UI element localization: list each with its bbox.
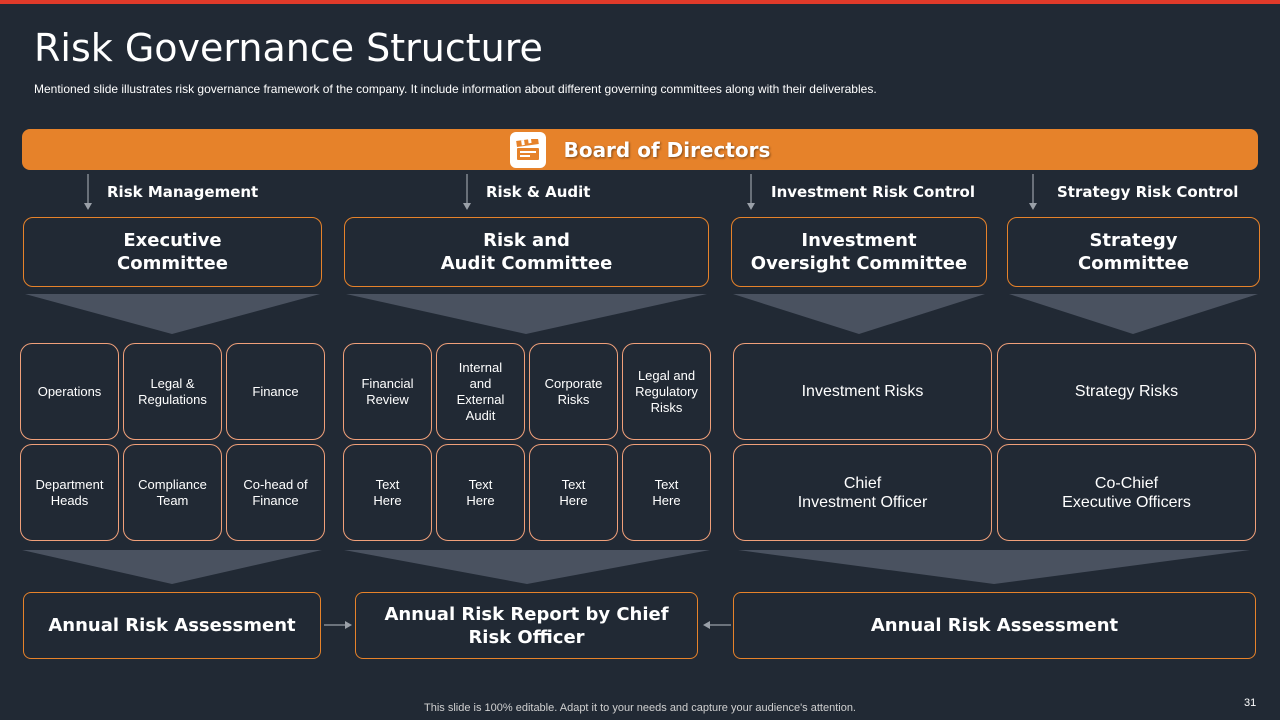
down-arrow-icon [1029, 174, 1037, 210]
chevron-down-shape [1009, 294, 1258, 334]
item-text-placeholder: Text Here [436, 444, 525, 541]
chevron-down-shape [344, 550, 710, 584]
chevron-down-shape [738, 550, 1250, 584]
chevron-down-shape [25, 294, 320, 334]
item-compliance-team: Compliance Team [123, 444, 222, 541]
down-arrow-icon [84, 174, 92, 210]
top-accent-bar [0, 0, 1280, 4]
left-arrow-icon [703, 621, 731, 629]
outcome-annual-risk-assessment-right: Annual Risk Assessment [733, 592, 1256, 659]
chevron-down-shape [22, 550, 322, 584]
item-text-placeholder: Text Here [343, 444, 432, 541]
investment-oversight-committee-box: Investment Oversight Committee [731, 217, 987, 287]
item-investment-risks: Investment Risks [733, 343, 992, 440]
item-finance: Finance [226, 343, 325, 440]
clapperboard-icon [509, 131, 546, 168]
item-co-chief-executive-officers: Co-Chief Executive Officers [997, 444, 1256, 541]
down-arrow-icon [463, 174, 471, 210]
page-number: 31 [1244, 697, 1257, 709]
item-operations: Operations [20, 343, 119, 440]
board-of-directors-banner: Board of Directors [22, 129, 1258, 170]
strategy-committee-box: Strategy Committee [1007, 217, 1260, 287]
category-label-risk-audit: Risk & Audit [486, 183, 591, 201]
category-label-risk-management: Risk Management [107, 183, 259, 201]
slide-footer: This slide is 100% editable. Adapt it to… [424, 702, 856, 714]
outcome-annual-risk-assessment-left: Annual Risk Assessment [23, 592, 321, 659]
category-label-investment-risk-control: Investment Risk Control [771, 183, 976, 201]
item-strategy-risks: Strategy Risks [997, 343, 1256, 440]
item-legal-regulations: Legal & Regulations [123, 343, 222, 440]
item-text-placeholder: Text Here [529, 444, 618, 541]
slide-subtitle: Mentioned slide illustrates risk governa… [34, 82, 877, 96]
down-arrow-icon [747, 174, 755, 210]
item-corporate-risks: Corporate Risks [529, 343, 618, 440]
chevron-down-shape [346, 294, 707, 334]
item-legal-regulatory-risks: Legal and Regulatory Risks [622, 343, 711, 440]
item-text-placeholder: Text Here [622, 444, 711, 541]
outcome-annual-risk-report: Annual Risk Report by Chief Risk Officer [355, 592, 698, 659]
right-arrow-icon [324, 621, 352, 629]
executive-committee-box: Executive Committee [23, 217, 322, 287]
item-department-heads: Department Heads [20, 444, 119, 541]
item-chief-investment-officer: Chief Investment Officer [733, 444, 992, 541]
risk-audit-committee-box: Risk and Audit Committee [344, 217, 709, 287]
chevron-down-shape [733, 294, 985, 334]
item-co-head-finance: Co-head of Finance [226, 444, 325, 541]
item-internal-external-audit: Internal and External Audit [436, 343, 525, 440]
category-label-strategy-risk-control: Strategy Risk Control [1057, 183, 1239, 201]
item-financial-review: Financial Review [343, 343, 432, 440]
board-label: Board of Directors [563, 137, 771, 162]
slide-title: Risk Governance Structure [34, 26, 543, 70]
